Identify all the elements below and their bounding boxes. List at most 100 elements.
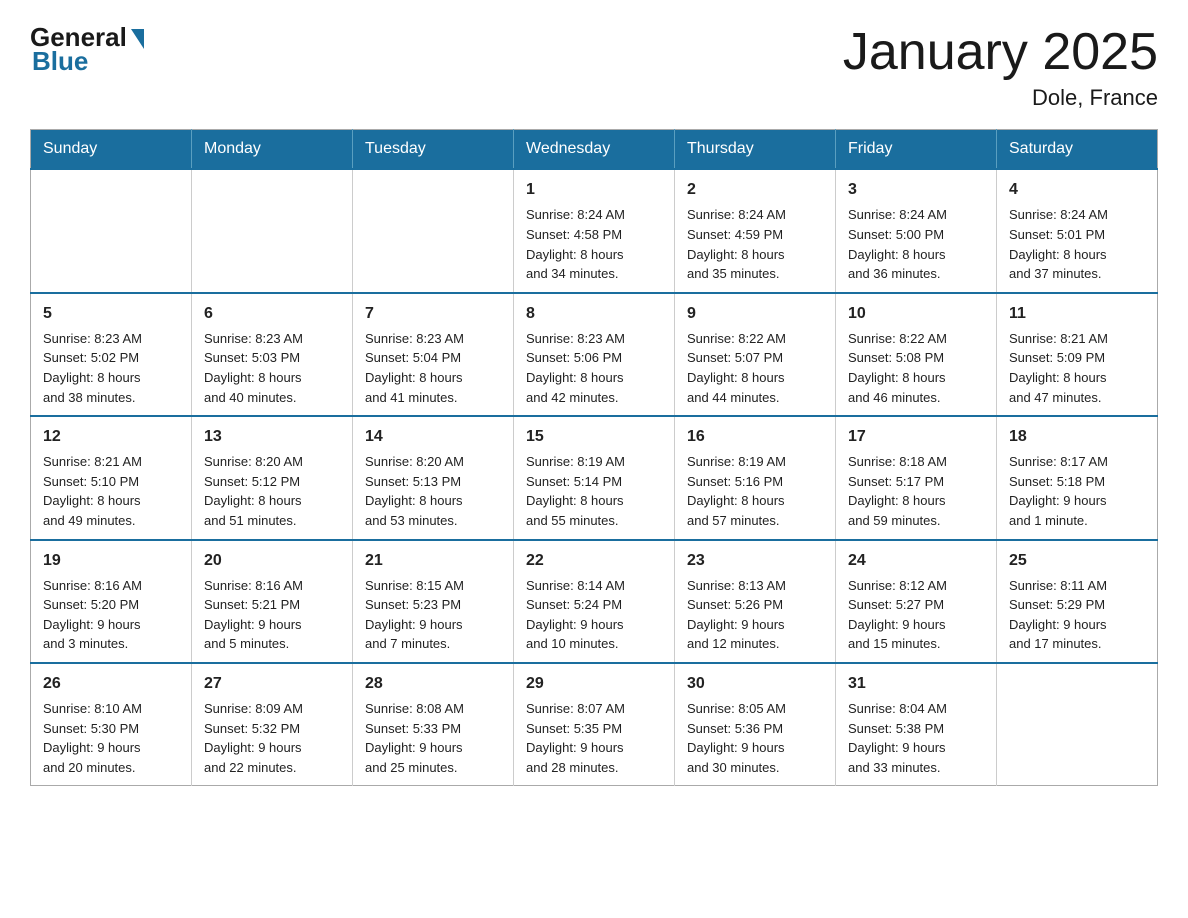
day-cell-6: 6 Sunrise: 8:23 AMSunset: 5:03 PMDaylight… [192,293,353,416]
header-tuesday: Tuesday [353,130,514,170]
header-monday: Monday [192,130,353,170]
day-number: 7 [365,302,501,325]
day-cell-7: 7 Sunrise: 8:23 AMSunset: 5:04 PMDaylight… [353,293,514,416]
day-number: 25 [1009,549,1145,572]
day-info: Sunrise: 8:09 AMSunset: 5:32 PMDaylight:… [204,701,303,775]
day-cell-20: 20 Sunrise: 8:16 AMSunset: 5:21 PMDayligh… [192,540,353,663]
header-wednesday: Wednesday [514,130,675,170]
calendar-table: SundayMondayTuesdayWednesdayThursdayFrid… [30,129,1158,786]
day-number: 8 [526,302,662,325]
day-number: 12 [43,425,179,448]
empty-cell [353,169,514,292]
day-cell-2: 2 Sunrise: 8:24 AMSunset: 4:59 PMDaylight… [675,169,836,292]
day-number: 20 [204,549,340,572]
day-cell-22: 22 Sunrise: 8:14 AMSunset: 5:24 PMDayligh… [514,540,675,663]
day-cell-5: 5 Sunrise: 8:23 AMSunset: 5:02 PMDaylight… [31,293,192,416]
day-info: Sunrise: 8:22 AMSunset: 5:08 PMDaylight:… [848,331,947,405]
logo: General Blue [30,24,144,74]
day-cell-12: 12 Sunrise: 8:21 AMSunset: 5:10 PMDayligh… [31,416,192,539]
header-friday: Friday [836,130,997,170]
day-info: Sunrise: 8:23 AMSunset: 5:06 PMDaylight:… [526,331,625,405]
calendar-title: January 2025 [843,24,1158,81]
day-info: Sunrise: 8:21 AMSunset: 5:10 PMDaylight:… [43,454,142,528]
day-number: 11 [1009,302,1145,325]
calendar-header-row: SundayMondayTuesdayWednesdayThursdayFrid… [31,130,1158,170]
week-row-5: 26 Sunrise: 8:10 AMSunset: 5:30 PMDayligh… [31,663,1158,786]
day-number: 17 [848,425,984,448]
day-cell-28: 28 Sunrise: 8:08 AMSunset: 5:33 PMDayligh… [353,663,514,786]
day-info: Sunrise: 8:18 AMSunset: 5:17 PMDaylight:… [848,454,947,528]
day-number: 10 [848,302,984,325]
day-number: 30 [687,672,823,695]
header-sunday: Sunday [31,130,192,170]
day-info: Sunrise: 8:13 AMSunset: 5:26 PMDaylight:… [687,578,786,652]
empty-cell [31,169,192,292]
day-cell-30: 30 Sunrise: 8:05 AMSunset: 5:36 PMDayligh… [675,663,836,786]
day-info: Sunrise: 8:17 AMSunset: 5:18 PMDaylight:… [1009,454,1108,528]
day-info: Sunrise: 8:19 AMSunset: 5:16 PMDaylight:… [687,454,786,528]
day-cell-8: 8 Sunrise: 8:23 AMSunset: 5:06 PMDaylight… [514,293,675,416]
day-info: Sunrise: 8:23 AMSunset: 5:03 PMDaylight:… [204,331,303,405]
day-cell-16: 16Sunrise: 8:19 AMSunset: 5:16 PMDayligh… [675,416,836,539]
day-number: 27 [204,672,340,695]
day-cell-23: 23 Sunrise: 8:13 AMSunset: 5:26 PMDayligh… [675,540,836,663]
day-number: 21 [365,549,501,572]
day-cell-21: 21 Sunrise: 8:15 AMSunset: 5:23 PMDayligh… [353,540,514,663]
logo-blue-text: Blue [30,48,88,74]
day-info: Sunrise: 8:23 AMSunset: 5:02 PMDaylight:… [43,331,142,405]
header-saturday: Saturday [997,130,1158,170]
day-number: 29 [526,672,662,695]
day-number: 26 [43,672,179,695]
day-cell-17: 17 Sunrise: 8:18 AMSunset: 5:17 PMDayligh… [836,416,997,539]
day-info: Sunrise: 8:12 AMSunset: 5:27 PMDaylight:… [848,578,947,652]
week-row-3: 12 Sunrise: 8:21 AMSunset: 5:10 PMDayligh… [31,416,1158,539]
day-number: 28 [365,672,501,695]
day-number: 4 [1009,178,1145,201]
day-number: 3 [848,178,984,201]
day-info: Sunrise: 8:19 AMSunset: 5:14 PMDaylight:… [526,454,625,528]
day-number: 15 [526,425,662,448]
day-info: Sunrise: 8:05 AMSunset: 5:36 PMDaylight:… [687,701,786,775]
week-row-1: 1Sunrise: 8:24 AMSunset: 4:58 PMDaylight… [31,169,1158,292]
logo-arrow-icon [131,29,144,49]
day-info: Sunrise: 8:14 AMSunset: 5:24 PMDaylight:… [526,578,625,652]
day-cell-15: 15 Sunrise: 8:19 AMSunset: 5:14 PMDayligh… [514,416,675,539]
day-info: Sunrise: 8:07 AMSunset: 5:35 PMDaylight:… [526,701,625,775]
day-cell-13: 13 Sunrise: 8:20 AMSunset: 5:12 PMDayligh… [192,416,353,539]
day-number: 24 [848,549,984,572]
day-info: Sunrise: 8:11 AMSunset: 5:29 PMDaylight:… [1009,578,1107,652]
day-number: 6 [204,302,340,325]
day-cell-9: 9Sunrise: 8:22 AMSunset: 5:07 PMDaylight… [675,293,836,416]
day-number: 31 [848,672,984,695]
day-cell-29: 29 Sunrise: 8:07 AMSunset: 5:35 PMDayligh… [514,663,675,786]
day-number: 19 [43,549,179,572]
week-row-2: 5 Sunrise: 8:23 AMSunset: 5:02 PMDaylight… [31,293,1158,416]
day-info: Sunrise: 8:21 AMSunset: 5:09 PMDaylight:… [1009,331,1108,405]
day-info: Sunrise: 8:16 AMSunset: 5:21 PMDaylight:… [204,578,303,652]
day-info: Sunrise: 8:23 AMSunset: 5:04 PMDaylight:… [365,331,464,405]
day-cell-26: 26 Sunrise: 8:10 AMSunset: 5:30 PMDayligh… [31,663,192,786]
day-info: Sunrise: 8:24 AMSunset: 4:58 PMDaylight:… [526,207,625,281]
day-cell-3: 3 Sunrise: 8:24 AMSunset: 5:00 PMDaylight… [836,169,997,292]
day-info: Sunrise: 8:08 AMSunset: 5:33 PMDaylight:… [365,701,464,775]
day-number: 22 [526,549,662,572]
day-cell-24: 24 Sunrise: 8:12 AMSunset: 5:27 PMDayligh… [836,540,997,663]
day-number: 2 [687,178,823,201]
day-number: 5 [43,302,179,325]
day-info: Sunrise: 8:10 AMSunset: 5:30 PMDaylight:… [43,701,142,775]
day-info: Sunrise: 8:24 AMSunset: 5:00 PMDaylight:… [848,207,947,281]
day-info: Sunrise: 8:04 AMSunset: 5:38 PMDaylight:… [848,701,947,775]
day-info: Sunrise: 8:24 AMSunset: 4:59 PMDaylight:… [687,207,786,281]
day-cell-4: 4 Sunrise: 8:24 AMSunset: 5:01 PMDaylight… [997,169,1158,292]
day-cell-11: 11 Sunrise: 8:21 AMSunset: 5:09 PMDayligh… [997,293,1158,416]
day-cell-1: 1Sunrise: 8:24 AMSunset: 4:58 PMDaylight… [514,169,675,292]
day-info: Sunrise: 8:24 AMSunset: 5:01 PMDaylight:… [1009,207,1108,281]
day-number: 23 [687,549,823,572]
day-cell-31: 31 Sunrise: 8:04 AMSunset: 5:38 PMDayligh… [836,663,997,786]
day-cell-10: 10 Sunrise: 8:22 AMSunset: 5:08 PMDayligh… [836,293,997,416]
day-number: 9 [687,302,823,325]
day-cell-19: 19Sunrise: 8:16 AMSunset: 5:20 PMDayligh… [31,540,192,663]
day-number: 13 [204,425,340,448]
day-info: Sunrise: 8:15 AMSunset: 5:23 PMDaylight:… [365,578,464,652]
day-info: Sunrise: 8:20 AMSunset: 5:12 PMDaylight:… [204,454,303,528]
